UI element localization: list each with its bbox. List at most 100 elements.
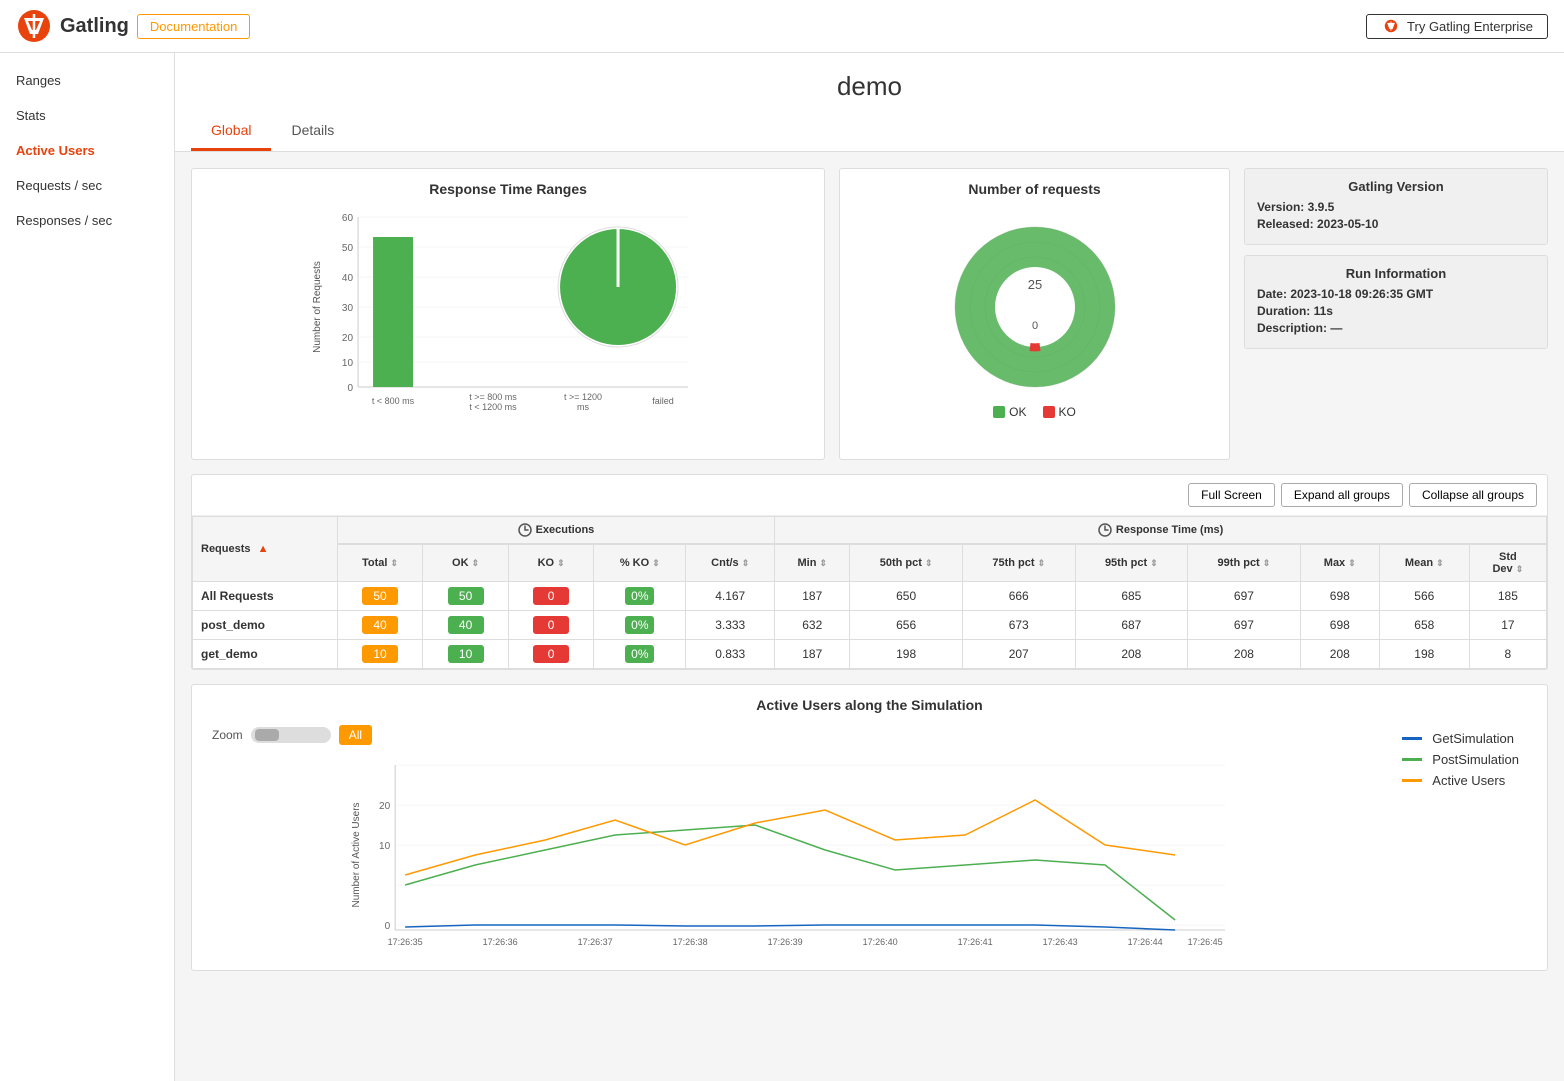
ko-dot [1043, 406, 1055, 418]
stats-section: Full Screen Expand all groups Collapse a… [191, 474, 1548, 670]
gatling-logo-icon [16, 8, 52, 44]
requests-donut-chart: 25 0 [945, 217, 1125, 397]
cnt-s-0: 4.167 [686, 582, 775, 611]
svg-text:17:26:41: 17:26:41 [958, 937, 993, 947]
run-info-title: Run Information [1257, 266, 1535, 281]
std-dev-0: 185 [1469, 582, 1546, 611]
svg-text:50: 50 [342, 243, 354, 254]
pct-ko-0: 0% [594, 582, 686, 611]
pct50-1: 656 [850, 611, 963, 640]
ok-label: OK [1009, 405, 1026, 419]
post-simulation-label: PostSimulation [1432, 752, 1519, 767]
total-2: 10 [337, 640, 423, 669]
response-time-chart-title: Response Time Ranges [204, 181, 812, 197]
table-row: get_demo 10 10 0 0% 0.833 187 198 207 20… [193, 640, 1547, 669]
collapse-all-button[interactable]: Collapse all groups [1409, 483, 1537, 507]
col-pct99-header: 99th pct [1188, 544, 1301, 582]
svg-text:t >= 1200: t >= 1200 [564, 392, 602, 402]
zoom-slider[interactable] [251, 727, 331, 743]
logo-text: Gatling [60, 15, 129, 38]
date-row: Date: 2023-10-18 09:26:35 GMT [1257, 287, 1535, 301]
documentation-button[interactable]: Documentation [137, 14, 250, 39]
col-pct50-header: 50th pct [850, 544, 963, 582]
legend-ok: OK [993, 405, 1026, 419]
col-ko-header: KO [508, 544, 594, 582]
ko-0: 0 [508, 582, 594, 611]
std-dev-2: 8 [1469, 640, 1546, 669]
ok-0: 50 [423, 582, 509, 611]
sidebar-item-active-users[interactable]: Active Users [0, 133, 174, 168]
main-content: demo Global Details Response Time Ranges [175, 53, 1564, 1081]
max-0: 698 [1300, 582, 1379, 611]
legend-post-simulation: PostSimulation [1402, 752, 1519, 767]
duration-label: Duration: [1257, 304, 1310, 318]
pct-ko-2: 0% [594, 640, 686, 669]
pct75-0: 666 [962, 582, 1075, 611]
pct99-2: 208 [1188, 640, 1301, 669]
svg-text:25: 25 [1027, 277, 1041, 292]
sidebar-item-responses-sec[interactable]: Responses / sec [0, 203, 174, 238]
pct95-0: 685 [1075, 582, 1188, 611]
col-pct75-header: 75th pct [962, 544, 1075, 582]
std-dev-1: 17 [1469, 611, 1546, 640]
full-screen-button[interactable]: Full Screen [1188, 483, 1275, 507]
svg-text:t < 1200 ms: t < 1200 ms [469, 402, 517, 412]
pct95-2: 208 [1075, 640, 1188, 669]
tab-details[interactable]: Details [271, 112, 354, 151]
description-value: — [1330, 321, 1342, 335]
svg-text:17:26:43: 17:26:43 [1043, 937, 1078, 947]
svg-text:40: 40 [342, 273, 354, 284]
active-users-legend: GetSimulation PostSimulation Active User… [1386, 721, 1535, 958]
tab-global[interactable]: Global [191, 112, 271, 151]
req-name-1: post_demo [193, 611, 338, 640]
pct-ko-1: 0% [594, 611, 686, 640]
sidebar: Ranges Stats Active Users Requests / sec… [0, 53, 175, 1081]
min-0: 187 [775, 582, 850, 611]
zoom-handle[interactable] [255, 729, 279, 741]
active-users-legend-label: Active Users [1432, 773, 1505, 788]
zoom-all-button[interactable]: All [339, 725, 372, 745]
table-row: post_demo 40 40 0 0% 3.333 632 656 673 6… [193, 611, 1547, 640]
executions-icon [518, 523, 532, 537]
zoom-row: Zoom All [204, 721, 1386, 755]
enterprise-btn-label: Try Gatling Enterprise [1407, 19, 1533, 34]
mean-0: 566 [1379, 582, 1469, 611]
col-std-dev-header: StdDev [1469, 544, 1546, 582]
active-users-line [1402, 779, 1422, 782]
date-label: Date: [1257, 287, 1287, 301]
legend-get-simulation: GetSimulation [1402, 731, 1519, 746]
mean-2: 198 [1379, 640, 1469, 669]
info-cards: Gatling Version Version: 3.9.5 Released:… [1244, 168, 1548, 460]
date-value: 2023-10-18 09:26:35 GMT [1290, 287, 1433, 301]
svg-text:20: 20 [342, 333, 354, 344]
svg-text:17:26:44: 17:26:44 [1128, 937, 1163, 947]
svg-text:Number of Active Users: Number of Active Users [351, 802, 362, 907]
description-row: Description: — [1257, 321, 1535, 335]
duration-value: 11s [1314, 304, 1333, 318]
sidebar-item-stats[interactable]: Stats [0, 98, 174, 133]
svg-text:ms: ms [577, 402, 589, 412]
response-time-icon [1098, 523, 1112, 537]
pct50-2: 198 [850, 640, 963, 669]
response-time-bar-chart: 60 50 40 30 20 10 0 t < 800 ms t >= 800 … [204, 207, 812, 427]
tabs: Global Details [175, 112, 1564, 152]
sidebar-item-requests-sec[interactable]: Requests / sec [0, 168, 174, 203]
req-name-0: All Requests [193, 582, 338, 611]
svg-text:0: 0 [347, 383, 353, 394]
executions-group-header: Executions [337, 517, 774, 545]
stats-toolbar: Full Screen Expand all groups Collapse a… [192, 475, 1547, 516]
expand-all-button[interactable]: Expand all groups [1281, 483, 1403, 507]
legend-ko: KO [1043, 405, 1076, 419]
col-requests-header: Requests ▲ [193, 517, 338, 582]
sidebar-item-ranges[interactable]: Ranges [0, 63, 174, 98]
stats-table: Requests ▲ Executions [192, 516, 1547, 669]
enterprise-button[interactable]: Try Gatling Enterprise [1366, 14, 1548, 39]
max-2: 208 [1300, 640, 1379, 669]
mean-1: 658 [1379, 611, 1469, 640]
col-cnt-s-header: Cnt/s [686, 544, 775, 582]
get-simulation-line [1402, 737, 1422, 740]
donut-legend: OK KO [993, 405, 1076, 419]
number-of-requests-card: Number of requests [839, 168, 1230, 460]
released-label: Released: [1257, 217, 1314, 231]
max-1: 698 [1300, 611, 1379, 640]
